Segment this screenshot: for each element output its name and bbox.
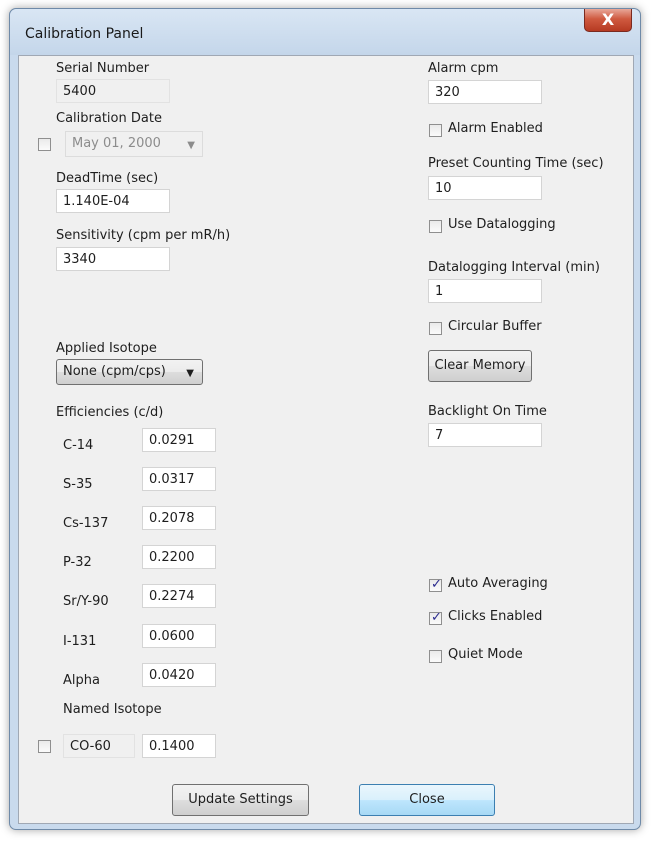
title-bar: Calibration Panel X [10,9,640,55]
alarm-cpm-input[interactable]: 320 [428,80,542,104]
efficiency-isotope-label: Alpha [63,673,100,688]
efficiencies-label: Efficiencies (c/d) [56,405,164,420]
datalogging-interval-label: Datalogging Interval (min) [428,260,600,275]
window-title: Calibration Panel [25,26,144,42]
clicks-enabled-label: Clicks Enabled [448,609,543,624]
applied-isotope-label: Applied Isotope [56,341,157,356]
preset-counting-time-input[interactable]: 10 [428,176,542,200]
datalogging-interval-input[interactable]: 1 [428,279,542,303]
named-isotope-value-input[interactable]: 0.1400 [142,734,216,758]
efficiency-sry90-input[interactable]: 0.2274 [142,584,216,608]
calibration-panel-window: Calibration Panel X Serial Number 5400 C… [9,8,641,830]
named-isotope-checkbox[interactable] [38,740,51,753]
chevron-down-icon: ▼ [187,140,195,151]
clear-memory-button[interactable]: Clear Memory [428,350,532,382]
alarm-enabled-checkbox[interactable] [429,124,442,137]
efficiency-alpha-input[interactable]: 0.0420 [142,663,216,687]
applied-isotope-select[interactable]: None (cpm/cps) ▼ [56,359,203,385]
close-window-button[interactable]: X [584,9,632,32]
efficiency-isotope-label: C-14 [63,438,94,453]
efficiency-isotope-label: Cs-137 [63,516,109,531]
efficiency-c14-input[interactable]: 0.0291 [142,428,216,452]
circular-buffer-checkbox[interactable] [429,322,442,335]
backlight-on-time-label: Backlight On Time [428,404,547,419]
efficiency-s35-input[interactable]: 0.0317 [142,467,216,491]
serial-number-field: 5400 [56,79,170,103]
clicks-enabled-checkbox[interactable] [429,610,442,625]
panel-body: Serial Number 5400 Calibration Date May … [18,55,634,824]
deadtime-input[interactable]: 1.140E-04 [56,189,170,213]
circular-buffer-label: Circular Buffer [448,319,542,334]
chevron-down-icon: ▼ [186,368,194,379]
deadtime-label: DeadTime (sec) [56,171,159,186]
efficiency-i131-input[interactable]: 0.0600 [142,624,216,648]
auto-averaging-label: Auto Averaging [448,576,548,591]
close-button[interactable]: Close [359,784,495,816]
quiet-mode-checkbox[interactable] [429,650,442,663]
named-isotope-label: Named Isotope [63,702,162,717]
alarm-enabled-label: Alarm Enabled [448,121,543,136]
applied-isotope-value: None (cpm/cps) [63,364,166,379]
calibration-date-picker[interactable]: May 01, 2000 ▼ [65,131,203,157]
efficiency-isotope-label: P-32 [63,555,92,570]
efficiency-cs137-input[interactable]: 0.2078 [142,506,216,530]
sensitivity-label: Sensitivity (cpm per mR/h) [56,228,231,243]
quiet-mode-label: Quiet Mode [448,647,523,662]
serial-number-label: Serial Number [56,61,150,76]
update-settings-button[interactable]: Update Settings [172,784,309,816]
backlight-on-time-input[interactable]: 7 [428,423,542,447]
alarm-cpm-label: Alarm cpm [428,61,499,76]
auto-averaging-checkbox[interactable] [429,577,442,592]
calibration-date-checkbox[interactable] [38,138,51,151]
use-datalogging-label: Use Datalogging [448,217,556,232]
use-datalogging-checkbox[interactable] [429,220,442,233]
named-isotope-name-field: CO-60 [63,734,135,758]
efficiency-isotope-label: Sr/Y-90 [63,594,109,609]
preset-counting-time-label: Preset Counting Time (sec) [428,156,604,171]
calibration-date-value: May 01, 2000 [72,136,161,151]
efficiency-isotope-label: I-131 [63,634,97,649]
sensitivity-input[interactable]: 3340 [56,247,170,271]
calibration-date-label: Calibration Date [56,111,162,126]
efficiency-isotope-label: S-35 [63,477,93,492]
efficiency-p32-input[interactable]: 0.2200 [142,545,216,569]
